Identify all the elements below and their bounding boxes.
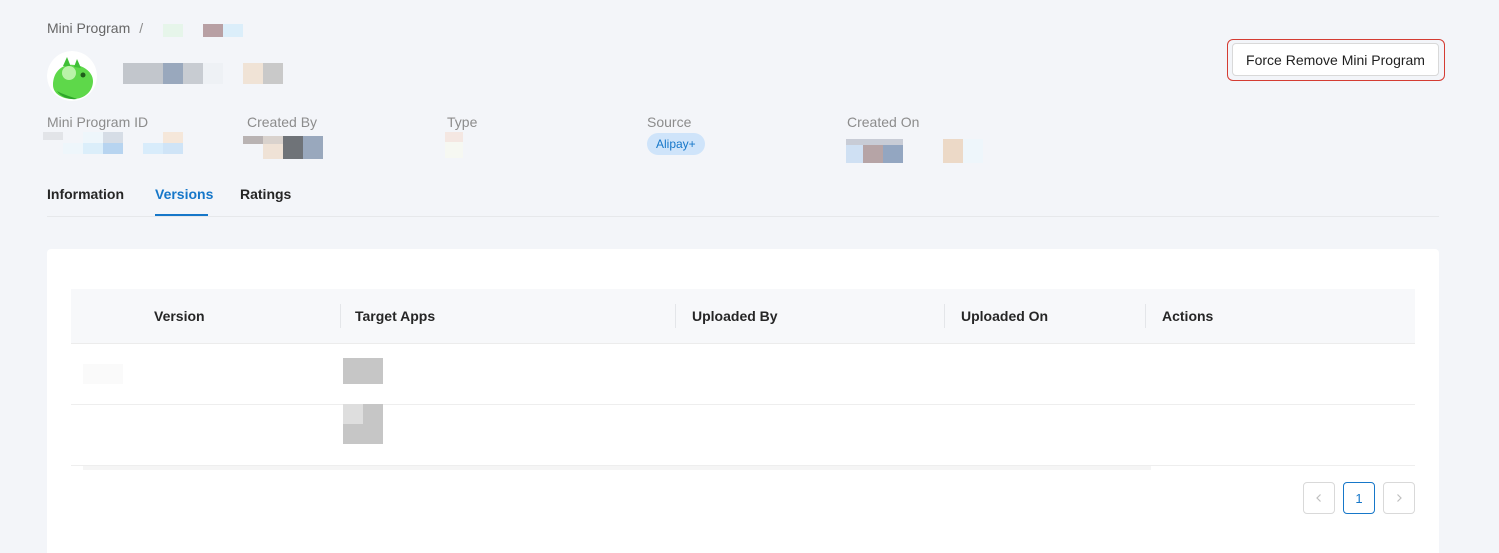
force-remove-button[interactable]: Force Remove Mini Program bbox=[1232, 43, 1439, 76]
force-remove-highlight: Force Remove Mini Program bbox=[1227, 39, 1445, 81]
rhino-logo-icon bbox=[47, 51, 97, 101]
created-by-value-redacted bbox=[243, 136, 323, 159]
breadcrumb-separator: / bbox=[139, 20, 144, 36]
chevron-left-icon bbox=[1316, 494, 1321, 502]
pagination-page-1[interactable]: 1 bbox=[1343, 482, 1375, 514]
tab-versions[interactable]: Versions bbox=[155, 186, 213, 202]
mini-program-avatar bbox=[47, 51, 97, 101]
tab-information[interactable]: Information bbox=[47, 186, 124, 202]
column-header-target-apps: Target Apps bbox=[355, 308, 436, 324]
chevron-right-icon bbox=[1397, 494, 1402, 502]
type-label: Type bbox=[447, 114, 478, 130]
column-divider bbox=[340, 304, 341, 328]
detail-tabs: Information Versions Ratings bbox=[47, 179, 1439, 217]
created-on-label: Created On bbox=[847, 114, 920, 130]
type-value-redacted bbox=[445, 132, 463, 158]
mini-program-name-redacted bbox=[123, 63, 283, 84]
version-cell-redacted bbox=[83, 364, 123, 384]
column-header-uploaded-on: Uploaded On bbox=[961, 308, 1049, 324]
source-tag: Alipay+ bbox=[647, 133, 705, 155]
created-on-value-redacted bbox=[846, 139, 983, 163]
target-app-icon-redacted bbox=[343, 358, 383, 384]
pagination-next-button[interactable] bbox=[1383, 482, 1415, 514]
column-header-actions: Actions bbox=[1162, 308, 1214, 324]
versions-table-header: Version Target Apps Uploaded By Uploaded… bbox=[71, 289, 1415, 344]
column-divider bbox=[1145, 304, 1146, 328]
tab-ratings[interactable]: Ratings bbox=[240, 186, 291, 202]
source-label: Source bbox=[647, 114, 692, 130]
breadcrumb: Mini Program / bbox=[47, 20, 153, 36]
column-divider bbox=[944, 304, 945, 328]
breadcrumb-root[interactable]: Mini Program bbox=[47, 20, 130, 36]
target-app-icon-redacted bbox=[343, 404, 383, 444]
column-divider bbox=[675, 304, 676, 328]
column-header-version: Version bbox=[154, 308, 205, 324]
pagination-prev-button[interactable] bbox=[1303, 482, 1335, 514]
scrollbar-track[interactable] bbox=[83, 466, 1151, 470]
breadcrumb-current-redacted bbox=[163, 24, 243, 37]
created-by-label: Created By bbox=[247, 114, 318, 130]
versions-card: Version Target Apps Uploaded By Uploaded… bbox=[47, 249, 1439, 553]
row-divider bbox=[71, 404, 1415, 405]
mini-program-id-value-redacted bbox=[43, 132, 183, 154]
active-tab-indicator bbox=[155, 214, 208, 216]
mini-program-id-label: Mini Program ID bbox=[47, 114, 149, 130]
column-header-uploaded-by: Uploaded By bbox=[692, 308, 778, 324]
